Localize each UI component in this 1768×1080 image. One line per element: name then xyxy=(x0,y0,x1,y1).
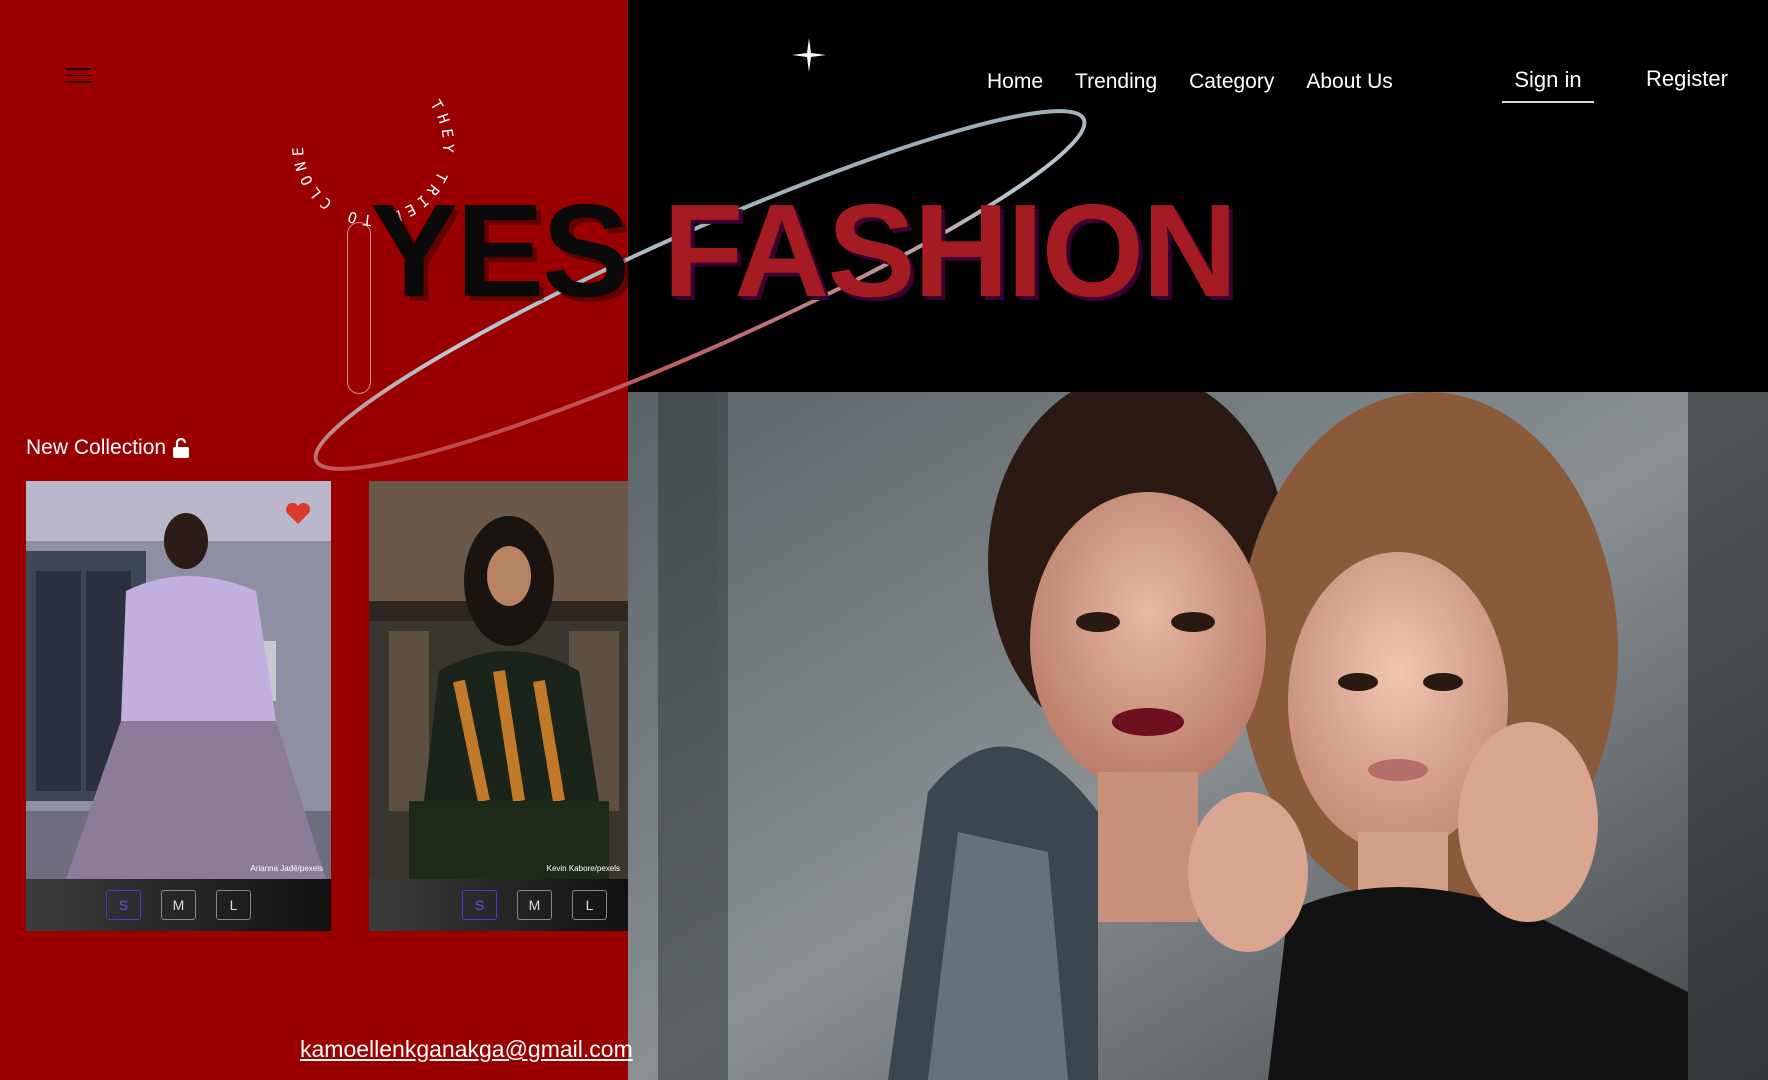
size-selector-2: S M L xyxy=(369,879,628,931)
photo-credit-2: Kevin Kabore/pexels xyxy=(546,864,620,873)
product-photo-2: Kevin Kabore/pexels xyxy=(369,481,628,879)
size-m-button[interactable]: M xyxy=(161,890,196,920)
vertical-pill xyxy=(347,222,371,394)
hero-word-yes: YES xyxy=(370,177,630,324)
product-card-1[interactable]: Arianna Jadé/pexels S M L xyxy=(26,481,331,931)
main-nav: Home Trending Category About Us xyxy=(987,70,1393,94)
product-card-2[interactable]: Kevin Kabore/pexels S M L xyxy=(369,481,628,931)
sign-in-button[interactable]: Sign in xyxy=(1502,67,1594,103)
heart-icon[interactable] xyxy=(285,503,311,525)
register-button[interactable]: Register xyxy=(1646,66,1728,92)
sign-in-label: Sign in xyxy=(1514,67,1582,92)
nav-category[interactable]: Category xyxy=(1189,70,1274,94)
size-s-button[interactable]: S xyxy=(106,890,141,920)
hero-title: YES FASHION xyxy=(370,185,1238,317)
size-s-button[interactable]: S xyxy=(462,890,497,920)
photo-credit-1: Arianna Jadé/pexels xyxy=(250,864,324,873)
nav-home[interactable]: Home xyxy=(987,70,1043,94)
size-l-button[interactable]: L xyxy=(216,890,251,920)
sparkle-icon xyxy=(792,38,826,72)
hero-photo xyxy=(628,392,1768,1080)
nav-trending[interactable]: Trending xyxy=(1075,70,1157,94)
hero-word-fashion: FASHION xyxy=(662,177,1238,324)
lock-open-icon xyxy=(173,438,190,458)
product-photo-1: Arianna Jadé/pexels xyxy=(26,481,331,879)
size-l-button[interactable]: L xyxy=(572,890,607,920)
size-selector-1: S M L xyxy=(26,879,331,931)
collection-title: New Collection xyxy=(26,436,167,459)
nav-about-us[interactable]: About Us xyxy=(1306,70,1392,94)
contact-email-link[interactable]: kamoellenkganakga@gmail.com xyxy=(300,1036,633,1063)
size-m-button[interactable]: M xyxy=(517,890,552,920)
menu-icon[interactable] xyxy=(66,68,91,86)
collection-heading: New Collection xyxy=(26,436,190,460)
